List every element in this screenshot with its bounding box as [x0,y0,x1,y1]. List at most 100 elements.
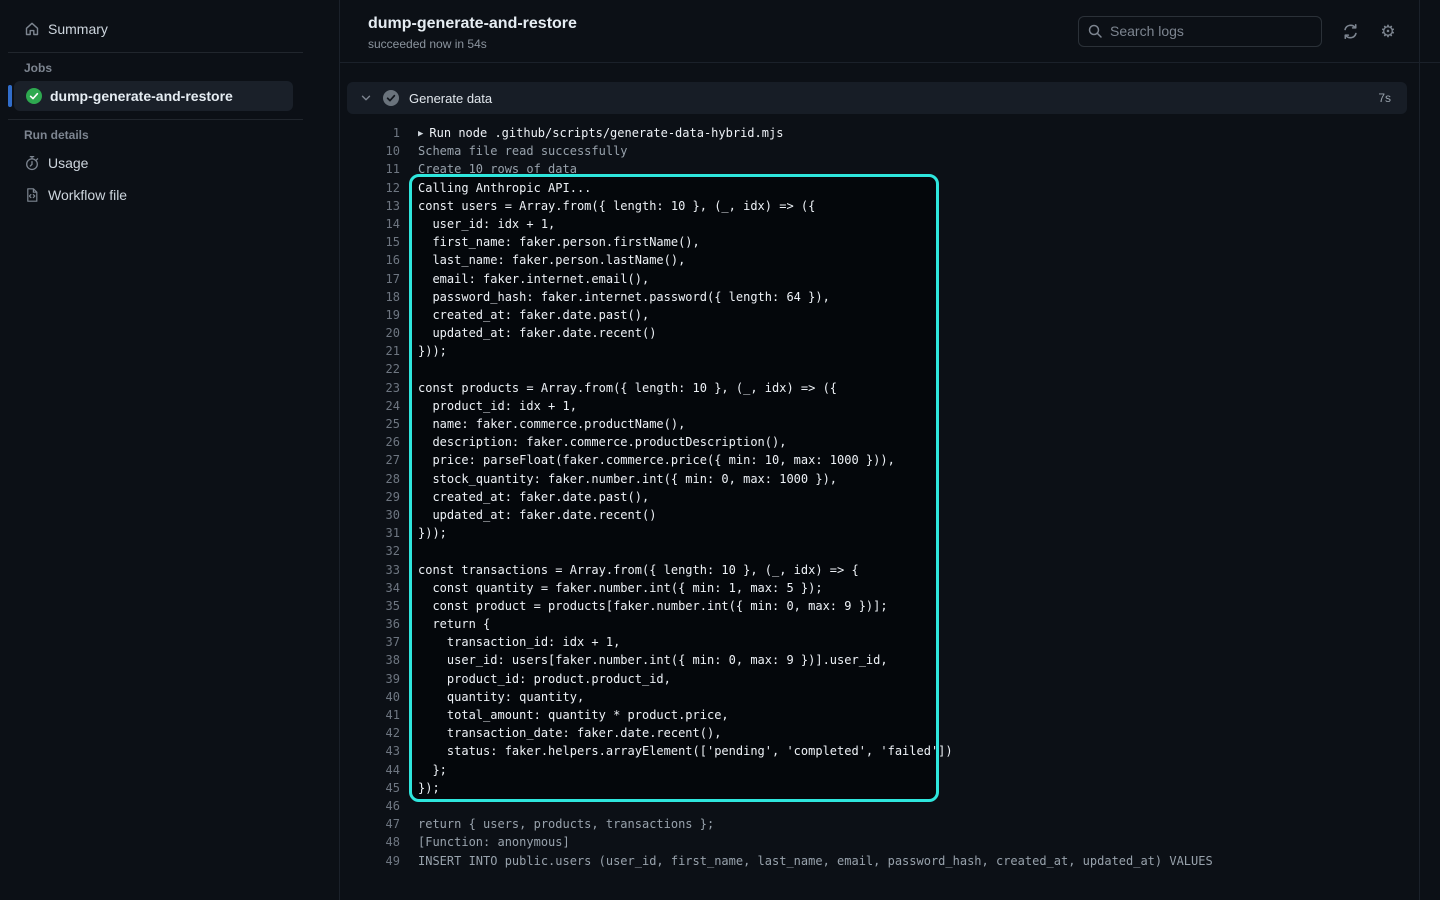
log-line: 10Schema file read successfully [340,142,1440,160]
log-line: 22 [340,360,1440,378]
log-line: 33 const transactions = Array.from({ leng… [340,561,1440,579]
sidebar-item-job[interactable]: dump-generate-and-restore [14,81,293,111]
log-text: total_amount: quantity * product.price, [418,706,729,724]
settings-gear-button[interactable]: ⚙ [1378,21,1398,41]
line-number[interactable]: 1 [340,124,400,142]
line-number[interactable]: 42 [340,724,400,742]
log-line: 17 email: faker.internet.email(), [340,270,1440,288]
line-number[interactable]: 44 [340,761,400,779]
line-number[interactable]: 35 [340,597,400,615]
log-text: transaction_date: faker.date.recent(), [418,724,721,742]
step-success-check-icon [383,90,399,106]
log-line: 40 quantity: quantity, [340,688,1440,706]
log-text: created_at: faker.date.past(), [418,488,649,506]
line-number[interactable]: 41 [340,706,400,724]
log-line: 41 total_amount: quantity * product.pric… [340,706,1440,724]
line-number[interactable]: 38 [340,651,400,669]
job-name: dump-generate-and-restore [50,88,233,104]
refresh-button[interactable] [1340,21,1360,41]
log-text: status: faker.helpers.arrayElement(['pen… [418,742,953,760]
line-number[interactable]: 26 [340,433,400,451]
log-text: Create 10 rows of data [418,160,577,178]
line-number[interactable]: 18 [340,288,400,306]
log-line: 24 product_id: idx + 1, [340,397,1440,415]
sidebar-item-summary[interactable]: Summary [6,14,299,44]
line-number[interactable]: 12 [340,179,400,197]
jobs-section-label: Jobs [24,61,339,75]
line-number[interactable]: 17 [340,270,400,288]
line-number[interactable]: 10 [340,142,400,160]
line-number[interactable]: 31 [340,524,400,542]
log-line: 18 password_hash: faker.internet.passwor… [340,288,1440,306]
log-line: 44 }; [340,761,1440,779]
log-line: 23const products = Array.from({ length: … [340,379,1440,397]
line-number[interactable]: 34 [340,579,400,597]
chevron-down-icon[interactable] [359,91,373,105]
log-line: 39 product_id: product.product_id, [340,670,1440,688]
log-line: 19 created_at: faker.date.past(), [340,306,1440,324]
expand-group-icon[interactable]: ▶ [418,125,423,143]
search-logs-box[interactable] [1078,16,1322,47]
line-number[interactable]: 37 [340,633,400,651]
line-number[interactable]: 45 [340,779,400,797]
sidebar-item-usage[interactable]: Usage [6,148,299,178]
line-number[interactable]: 19 [340,306,400,324]
log-line: 43 status: faker.helpers.arrayElement(['… [340,742,1440,760]
log-text: const transactions = Array.from({ length… [418,561,859,579]
sidebar-item-label: Usage [48,155,88,171]
line-number[interactable]: 23 [340,379,400,397]
line-number[interactable]: 48 [340,833,400,851]
log-text: return { users, products, transactions }… [418,815,714,833]
line-number[interactable]: 47 [340,815,400,833]
log-line: 36 return { [340,615,1440,633]
log-text: first_name: faker.person.firstName(), [418,233,700,251]
line-number[interactable]: 36 [340,615,400,633]
home-icon [24,21,40,37]
log-text: created_at: faker.date.past(), [418,306,649,324]
log-text: const product = products[faker.number.in… [418,597,888,615]
run-header: dump-generate-and-restore succeeded now … [340,0,1440,63]
line-number[interactable]: 11 [340,160,400,178]
line-number[interactable]: 40 [340,688,400,706]
page-title: dump-generate-and-restore [368,14,1078,34]
line-number[interactable]: 14 [340,215,400,233]
line-number[interactable]: 43 [340,742,400,760]
line-number[interactable]: 24 [340,397,400,415]
log-line: 38 user_id: users[faker.number.int({ min… [340,651,1440,669]
line-number[interactable]: 30 [340,506,400,524]
step-header-generate-data[interactable]: Generate data 7s [347,82,1407,114]
sidebar-divider [8,52,303,53]
log-text: last_name: faker.person.lastName(), [418,251,685,269]
line-number[interactable]: 27 [340,451,400,469]
line-number[interactable]: 33 [340,561,400,579]
log-text: description: faker.commerce.productDescr… [418,433,786,451]
run-details-section-label: Run details [24,128,339,142]
line-number[interactable]: 22 [340,360,400,378]
line-number[interactable]: 39 [340,670,400,688]
log-text: quantity: quantity, [418,688,584,706]
line-number[interactable]: 16 [340,251,400,269]
line-number[interactable]: 25 [340,415,400,433]
line-number[interactable]: 32 [340,542,400,560]
stopwatch-icon [24,155,40,171]
log-line: 37 transaction_id: idx + 1, [340,633,1440,651]
sidebar-divider [8,119,303,120]
gear-icon: ⚙ [1380,23,1395,40]
log-line: 25 name: faker.commerce.productName(), [340,415,1440,433]
line-number[interactable]: 15 [340,233,400,251]
line-number[interactable]: 20 [340,324,400,342]
log-body: 1▶Run node .github/scripts/generate-data… [340,114,1440,870]
line-number[interactable]: 28 [340,470,400,488]
line-number[interactable]: 49 [340,852,400,870]
line-number[interactable]: 29 [340,488,400,506]
log-line: 45}); [340,779,1440,797]
line-number[interactable]: 46 [340,797,400,815]
line-number[interactable]: 21 [340,342,400,360]
search-logs-input[interactable] [1110,23,1313,39]
file-code-icon [24,187,40,203]
log-text: })); [418,524,447,542]
log-line: 48[Function: anonymous] [340,833,1440,851]
log-line: 49INSERT INTO public.users (user_id, fir… [340,852,1440,870]
sidebar-item-workflow-file[interactable]: Workflow file [6,180,299,210]
line-number[interactable]: 13 [340,197,400,215]
